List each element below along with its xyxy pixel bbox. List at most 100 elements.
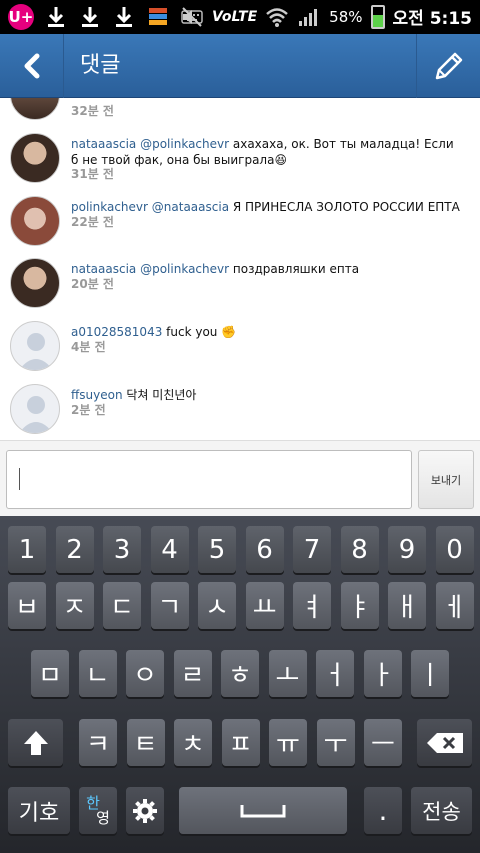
letter-key[interactable]: ㅊ <box>174 719 212 766</box>
wifi-icon <box>265 5 289 29</box>
send-button[interactable]: 보내기 <box>418 450 474 509</box>
emoji: ✊ <box>221 325 237 339</box>
number-key[interactable]: 5 <box>198 526 236 573</box>
comment-input-bar: 보내기 <box>0 440 480 516</box>
shift-arrow-icon <box>23 730 48 755</box>
comment-username[interactable]: a01028581043 <box>71 325 162 339</box>
letter-key[interactable]: ㅈ <box>55 582 94 629</box>
carrier-logo: U+ <box>8 4 34 30</box>
comment-time: 4분 전 <box>71 340 106 354</box>
comment-username[interactable]: polinkachevr <box>71 200 148 214</box>
period-key[interactable]: . <box>364 787 402 834</box>
letter-key[interactable]: ㅐ <box>388 582 426 629</box>
comment-mention[interactable]: @polinkachevr <box>140 262 229 276</box>
comment-mention[interactable]: @polinkachevr <box>140 137 229 151</box>
backspace-key[interactable] <box>417 719 472 766</box>
letter-key[interactable]: ㅑ <box>340 582 379 629</box>
comment-item: nataaascia @polinkachevr ахахаха, ок. Во… <box>0 133 480 195</box>
comment-username[interactable]: nataaascia <box>71 137 136 151</box>
comment-item: a01028581043 fuck you ✊ 4분 전 <box>0 321 480 383</box>
comment-body: 닥쳐 미친년아 <box>126 388 197 402</box>
letter-key[interactable]: ㅜ <box>316 719 355 766</box>
enter-key[interactable]: 전송 <box>411 787 472 834</box>
default-avatar-icon <box>19 396 53 433</box>
avatar[interactable] <box>10 98 60 120</box>
letter-key[interactable]: ㅌ <box>126 719 165 766</box>
letter-key[interactable]: ㅂ <box>8 582 46 629</box>
language-key[interactable]: 한 영 <box>79 787 117 834</box>
comment-item: nataaascia @polinkachevr поздравляшки еп… <box>0 258 480 320</box>
letter-key[interactable]: ㅇ <box>126 650 164 697</box>
action-bar: 댓글 <box>0 34 480 98</box>
battery-icon <box>370 4 385 29</box>
number-key[interactable]: 4 <box>150 526 189 573</box>
letter-key[interactable]: ㅁ <box>31 650 69 697</box>
volte-indicator: VoLTE <box>212 8 258 25</box>
letter-key[interactable]: ㄹ <box>173 650 212 697</box>
mute-icon <box>180 5 204 29</box>
avatar[interactable] <box>10 196 60 246</box>
comment-text: a01028581043 fuck you ✊ <box>71 324 461 340</box>
number-key[interactable]: 2 <box>55 526 94 573</box>
letter-key[interactable]: ㅠ <box>269 719 307 766</box>
comment-text: ffsuyeon 닥쳐 미친년아 <box>71 387 461 403</box>
number-key[interactable]: 1 <box>8 526 46 573</box>
comment-item: 32분 전 <box>0 98 480 132</box>
letter-key[interactable]: ㅡ <box>364 719 402 766</box>
letter-key[interactable]: ㅗ <box>268 650 307 697</box>
letter-key[interactable]: ㅎ <box>221 650 259 697</box>
comment-text: nataaascia @polinkachevr ахахаха, ок. Во… <box>71 136 461 168</box>
app-icon <box>146 5 170 29</box>
letter-key[interactable]: ㅓ <box>316 650 354 697</box>
letter-key[interactable]: ㅛ <box>245 582 284 629</box>
letter-key[interactable]: ㅋ <box>79 719 117 766</box>
spacebar-icon <box>240 804 286 817</box>
symbols-key[interactable]: 기호 <box>8 787 70 834</box>
comment-input[interactable] <box>6 450 412 509</box>
number-key[interactable]: 9 <box>388 526 426 573</box>
letter-key[interactable]: ㄴ <box>78 650 117 697</box>
comment-username[interactable]: nataaascia <box>71 262 136 276</box>
settings-key[interactable] <box>126 787 164 834</box>
download-icon <box>78 5 102 29</box>
comment-text: nataaascia @polinkachevr поздравляшки еп… <box>71 261 461 277</box>
comment-time: 22분 전 <box>71 215 114 229</box>
comment-time: 20분 전 <box>71 277 114 291</box>
avatar[interactable] <box>10 258 60 308</box>
avatar[interactable] <box>10 133 60 183</box>
comment-username[interactable]: ffsuyeon <box>71 388 123 402</box>
comment-time: 31분 전 <box>71 167 114 181</box>
chevron-left-icon <box>24 53 39 79</box>
letter-key[interactable]: ㅣ <box>411 650 449 697</box>
keyboard: 1234567890 ㅂㅈㄷㄱㅅㅛㅕㅑㅐㅔ ㅁㄴㅇㄹㅎㅗㅓㅏㅣ ㅋㅌㅊㅍㅠㅜㅡ … <box>0 516 480 853</box>
page-title: 댓글 <box>80 53 121 78</box>
avatar[interactable] <box>10 321 60 371</box>
pencil-icon <box>435 52 462 80</box>
number-key[interactable]: 7 <box>293 526 331 573</box>
battery-percent: 58% <box>329 7 363 26</box>
back-button[interactable] <box>0 34 64 98</box>
emoji: 😆 <box>274 153 287 167</box>
comment-list[interactable]: 32분 전 nataaascia @polinkachevr ахахаха, … <box>0 98 480 440</box>
letter-key[interactable]: ㄱ <box>150 582 189 629</box>
comment-time: 32분 전 <box>71 104 114 118</box>
avatar[interactable] <box>10 384 60 434</box>
number-key[interactable]: 0 <box>435 526 474 573</box>
edit-button[interactable] <box>416 34 480 98</box>
letter-key[interactable]: ㄷ <box>103 582 141 629</box>
comment-text: polinkachevr @nataaascia Я ПРИНЕСЛА ЗОЛО… <box>71 199 461 215</box>
letter-key[interactable]: ㅕ <box>293 582 331 629</box>
default-avatar-icon <box>19 333 53 370</box>
letter-key[interactable]: ㅏ <box>363 650 402 697</box>
letter-key[interactable]: ㅅ <box>198 582 236 629</box>
download-icon <box>112 5 136 29</box>
letter-key[interactable]: ㅍ <box>221 719 260 766</box>
number-key[interactable]: 8 <box>340 526 379 573</box>
number-key[interactable]: 3 <box>103 526 141 573</box>
comment-mention[interactable]: @nataaascia <box>152 200 229 214</box>
number-key[interactable]: 6 <box>245 526 284 573</box>
space-key[interactable] <box>179 787 347 834</box>
shift-key[interactable] <box>8 719 63 766</box>
language-english-label: 영 <box>96 808 110 827</box>
letter-key[interactable]: ㅔ <box>435 582 474 629</box>
